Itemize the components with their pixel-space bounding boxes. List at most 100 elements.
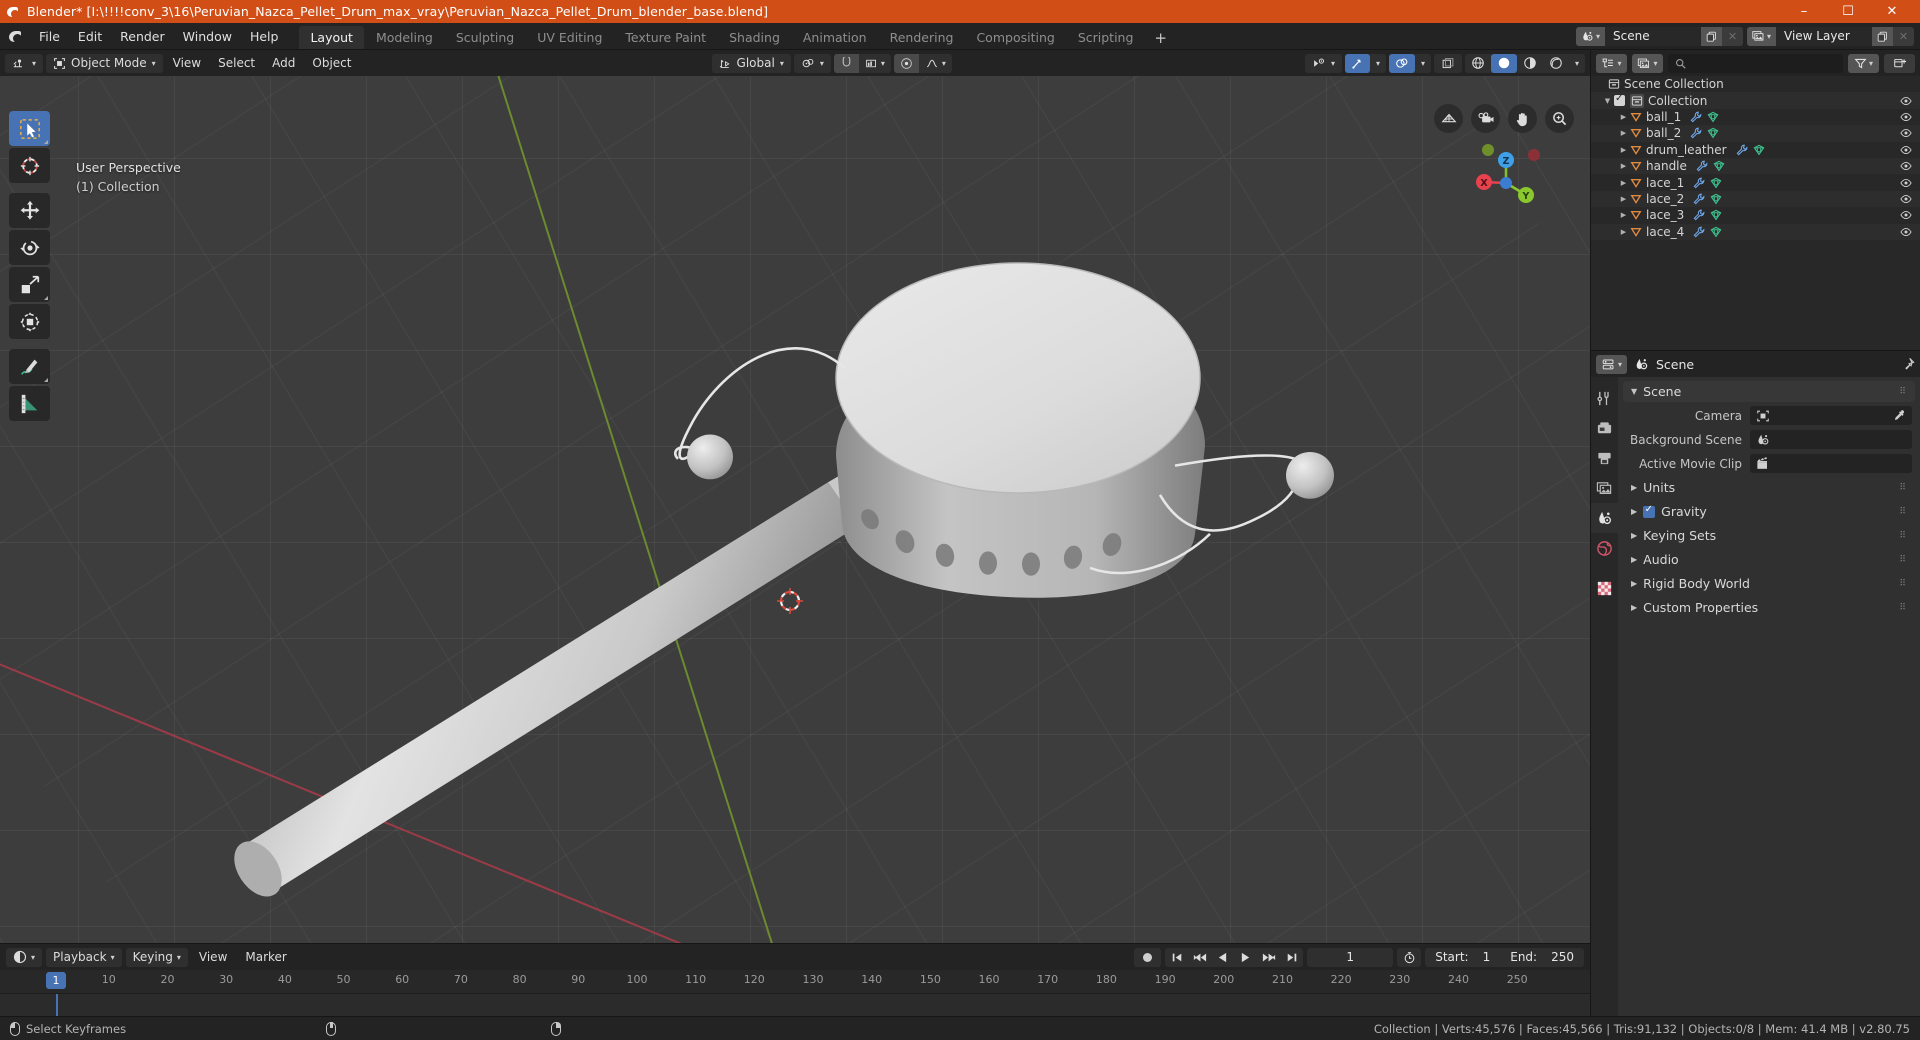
close-button[interactable]: ✕ (1870, 0, 1914, 23)
toggle-ortho-icon[interactable] (1434, 104, 1463, 133)
mesh-data-icon[interactable] (1710, 209, 1722, 221)
tab-uv-editing[interactable]: UV Editing (526, 26, 613, 49)
tab-animation[interactable]: Animation (792, 26, 878, 49)
outliner-search-input[interactable] (1668, 53, 1843, 73)
unlink-scene-button[interactable]: ✕ (1722, 26, 1743, 46)
keying-sets-section[interactable]: ▶ Keying Sets ⠿ (1623, 525, 1915, 546)
menu-edit[interactable]: Edit (69, 23, 111, 49)
world-properties-tab[interactable] (1591, 533, 1618, 563)
transform-tool[interactable] (9, 304, 50, 339)
visibility-eye-icon[interactable] (1898, 95, 1914, 107)
view-axis-gizmo[interactable]: Z X Y (1468, 141, 1544, 217)
tab-scripting[interactable]: Scripting (1067, 26, 1145, 49)
visibility-eye-icon[interactable] (1898, 160, 1914, 172)
cursor-tool[interactable] (9, 148, 50, 183)
rigid-body-world-section[interactable]: ▶ Rigid Body World ⠿ (1623, 573, 1915, 594)
tab-texture-paint[interactable]: Texture Paint (614, 26, 717, 49)
outliner-filter-button[interactable]: ▾ (1848, 53, 1879, 73)
expand-toggle-icon[interactable]: ▶ (1617, 162, 1630, 170)
minimize-button[interactable]: – (1782, 0, 1826, 23)
new-collection-button[interactable] (1884, 53, 1915, 73)
measure-tool[interactable] (9, 386, 50, 421)
start-frame-field[interactable]: Start: 1 (1425, 950, 1500, 964)
custom-properties-section[interactable]: ▶ Custom Properties ⠿ (1623, 597, 1915, 618)
editor-type-selector[interactable]: ▾ (5, 53, 44, 73)
new-view-layer-button[interactable] (1872, 26, 1893, 46)
viewport-menu-add[interactable]: Add (265, 54, 302, 73)
object-mode-dropdown[interactable]: Object Mode ▾ (46, 53, 163, 73)
properties-editor-type[interactable]: ▾ (1596, 354, 1627, 374)
outliner-display-mode[interactable]: ▾ (1632, 53, 1663, 73)
active-movie-clip-field[interactable] (1750, 454, 1912, 473)
outliner-row-object[interactable]: ▶ lace_3 (1591, 207, 1920, 223)
expand-toggle-icon[interactable]: ▶ (1617, 228, 1630, 236)
play-button[interactable] (1234, 948, 1257, 967)
modifier-icon[interactable] (1693, 226, 1705, 238)
auto-keying-toggle[interactable] (1134, 947, 1162, 967)
proportional-edit-toggle[interactable] (893, 53, 919, 73)
outliner-editor-type[interactable]: ▾ (1596, 53, 1627, 73)
expand-toggle-icon[interactable]: ▶ (1617, 211, 1630, 219)
timeline-ruler[interactable]: 10 20 30 40 50 60 70 80 90 100 110 120 130 140 150 160 1… (0, 970, 1590, 994)
playback-menu[interactable]: Playback ▾ (46, 947, 122, 967)
scene-name[interactable]: Scene (1605, 26, 1701, 46)
output-properties-tab[interactable] (1591, 443, 1618, 473)
expand-toggle-icon[interactable]: ▶ (1617, 195, 1630, 203)
menu-file[interactable]: File (30, 23, 69, 49)
collection-checkbox[interactable] (1614, 93, 1625, 107)
outliner-row-scene-collection[interactable]: Scene Collection (1591, 76, 1920, 92)
visibility-eye-icon[interactable] (1898, 127, 1914, 139)
falloff-dropdown[interactable]: ▾ (919, 54, 952, 73)
mesh-data-icon[interactable] (1710, 226, 1722, 238)
menu-help[interactable]: Help (241, 23, 288, 49)
keying-menu[interactable]: Keying ▾ (125, 947, 188, 967)
tab-modeling[interactable]: Modeling (365, 26, 444, 49)
wireframe-shading-button[interactable] (1465, 54, 1491, 73)
jump-to-prev-keyframe-button[interactable] (1188, 948, 1211, 967)
new-scene-button[interactable] (1701, 26, 1722, 46)
visibility-eye-icon[interactable] (1898, 193, 1914, 205)
visibility-eye-icon[interactable] (1898, 209, 1914, 221)
scale-tool[interactable] (9, 267, 50, 302)
material-preview-button[interactable] (1517, 54, 1543, 73)
outliner-row-object[interactable]: ▶ lace_4 (1591, 223, 1920, 240)
show-overlays-toggle[interactable] (1388, 53, 1415, 73)
outliner-row-object[interactable]: ▶ drum_leather (1591, 142, 1920, 158)
outliner-row-object[interactable]: ▶ ball_1 (1591, 109, 1920, 125)
jump-to-next-keyframe-button[interactable] (1257, 948, 1280, 967)
end-frame-field[interactable]: End: 250 (1500, 950, 1584, 964)
scene-properties-tab[interactable] (1591, 503, 1618, 533)
mesh-data-icon[interactable] (1707, 127, 1719, 139)
remove-view-layer-button[interactable]: ✕ (1893, 26, 1914, 46)
timeline-track-area[interactable] (0, 994, 1590, 1016)
gravity-section[interactable]: ▶ Gravity ⠿ (1623, 501, 1915, 522)
outliner-row-object[interactable]: ▶ lace_1 (1591, 174, 1920, 190)
add-workspace-button[interactable]: + (1145, 26, 1176, 49)
show-gizmo-toggle[interactable] (1344, 53, 1370, 73)
view-layer-properties-tab[interactable] (1591, 473, 1618, 503)
blender-menu-icon[interactable] (0, 23, 30, 49)
visibility-eye-icon[interactable] (1898, 111, 1914, 123)
texture-properties-tab[interactable] (1591, 573, 1618, 603)
tab-sculpting[interactable]: Sculpting (445, 26, 525, 49)
play-reverse-button[interactable] (1211, 948, 1234, 967)
frame-range-group[interactable]: Start: 1 End: 250 (1425, 947, 1584, 967)
visibility-eye-icon[interactable] (1898, 144, 1914, 156)
use-preview-range-button[interactable] (1397, 947, 1422, 967)
eyedropper-icon[interactable] (1892, 409, 1906, 423)
pan-view-icon[interactable] (1508, 104, 1537, 133)
expand-toggle-icon[interactable]: ▶ (1617, 129, 1630, 137)
solid-shading-button[interactable] (1490, 53, 1517, 73)
snap-magnet-toggle[interactable] (833, 53, 859, 73)
timeline-editor-type[interactable]: ▾ (6, 947, 43, 967)
outliner-row-object[interactable]: ▶ handle (1591, 157, 1920, 175)
tab-rendering[interactable]: Rendering (879, 26, 965, 49)
view-layer-selector[interactable]: ▾ View Layer ✕ (1747, 26, 1914, 46)
transform-orientation-dropdown[interactable]: Global ▾ (711, 53, 791, 73)
pin-id-button[interactable] (1901, 357, 1915, 371)
outliner-row-collection[interactable]: ▼ Collection (1591, 92, 1920, 109)
render-properties-tab[interactable] (1591, 413, 1618, 443)
camera-field[interactable] (1750, 406, 1912, 425)
modifier-icon[interactable] (1696, 160, 1708, 172)
mesh-data-icon[interactable] (1707, 111, 1719, 123)
